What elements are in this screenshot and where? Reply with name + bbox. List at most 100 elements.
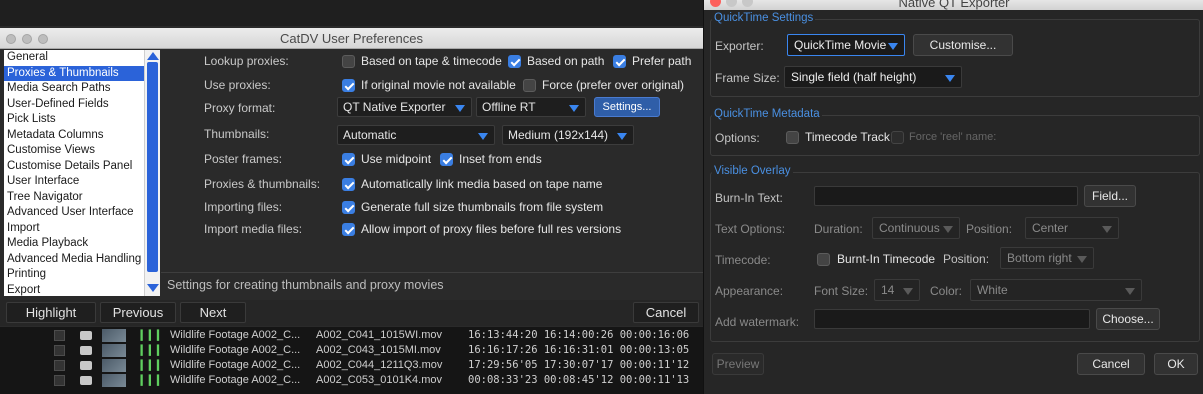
- sidebar-item-import[interactable]: Import: [4, 221, 160, 237]
- preferences-category-list[interactable]: General Proxies & Thumbnails Media Searc…: [4, 50, 160, 296]
- use-midpoint-checkbox[interactable]: [342, 153, 355, 166]
- window-title: Native QT Exporter: [898, 0, 1010, 10]
- full-size-thumbnails-text: Generate full size thumbnails from file …: [361, 200, 604, 214]
- sidebar-item-tree-navigator[interactable]: Tree Navigator: [4, 190, 160, 206]
- exporter-value: QuickTime Movie: [794, 38, 887, 52]
- burnt-in-timecode-checkbox[interactable]: [817, 253, 830, 266]
- clip-list-behind: ❙❙❙ Wildlife Footage A002_C... A002_C041…: [0, 327, 703, 394]
- previous-button[interactable]: Previous: [100, 302, 176, 323]
- auto-link-media-checkbox[interactable]: [342, 178, 355, 191]
- choose-button[interactable]: Choose...: [1096, 308, 1160, 330]
- qt-exporter-window: Native QT Exporter QuickTime Settings Ex…: [703, 0, 1203, 394]
- lookup-tape-timecode-checkbox[interactable]: [342, 55, 355, 68]
- row-checkbox[interactable]: [54, 330, 65, 341]
- clip-type-icon: [80, 346, 92, 355]
- sidebar-item-metadata-columns[interactable]: Metadata Columns: [4, 128, 160, 144]
- row-checkbox[interactable]: [54, 375, 65, 386]
- sidebar-item-user-defined-fields[interactable]: User-Defined Fields: [4, 97, 160, 113]
- sidebar-item-customise-views[interactable]: Customise Views: [4, 143, 160, 159]
- watermark-path-input[interactable]: [814, 309, 1090, 329]
- clip-file: A002_C043_1015MI.mov: [316, 344, 441, 356]
- lookup-proxies-label: Lookup proxies:: [204, 54, 289, 68]
- table-row[interactable]: ❙❙❙ Wildlife Footage A002_C... A002_C041…: [0, 329, 703, 342]
- sidebar-scrollbar[interactable]: [144, 50, 160, 296]
- clip-timecodes: 16:16:17:26 16:16:31:01 00:00:13:05: [468, 344, 690, 356]
- sidebar-item-customise-details-panel[interactable]: Customise Details Panel: [4, 159, 160, 175]
- preferences-window: CatDV User Preferences General Proxies &…: [0, 0, 703, 394]
- chevron-down-icon: [888, 43, 898, 50]
- proxy-exporter-dropdown[interactable]: QT Native Exporter: [337, 97, 472, 117]
- cancel-button[interactable]: Cancel: [633, 302, 699, 323]
- proxy-settings-button[interactable]: Settings...: [594, 97, 660, 117]
- clip-name: Wildlife Footage A002_C...: [170, 344, 301, 356]
- clip-thumbnail: [102, 344, 126, 357]
- clip-thumbnail: [102, 359, 126, 372]
- force-proxy-checkbox[interactable]: [523, 79, 536, 92]
- cancel-button[interactable]: Cancel: [1077, 353, 1145, 375]
- thumbnails-mode-value: Automatic: [343, 128, 397, 142]
- scroll-thumb[interactable]: [147, 62, 158, 272]
- sidebar-item-advanced-user-interface[interactable]: Advanced User Interface: [4, 205, 160, 221]
- sidebar-item-general[interactable]: General: [4, 50, 160, 66]
- force-reel-checkbox[interactable]: [891, 131, 904, 144]
- customise-button[interactable]: Customise...: [913, 34, 1013, 56]
- exporter-dropdown[interactable]: QuickTime Movie: [787, 34, 905, 56]
- sidebar-item-advanced-media-handling[interactable]: Advanced Media Handling: [4, 252, 160, 268]
- prefer-path-text: Prefer path: [632, 54, 692, 68]
- next-button[interactable]: Next: [180, 302, 246, 323]
- clip-timecodes: 16:13:44:20 16:14:00:26 00:00:16:06: [468, 329, 690, 341]
- table-row[interactable]: ❙❙❙ Wildlife Footage A002_C... A002_C044…: [0, 359, 703, 372]
- color-value: White: [977, 283, 1008, 297]
- sidebar-item-proxies-thumbnails[interactable]: Proxies & Thumbnails: [4, 65, 160, 81]
- ok-button[interactable]: OK: [1154, 353, 1198, 375]
- sidebar-item-pick-lists[interactable]: Pick Lists: [4, 112, 160, 128]
- lookup-tape-timecode-text: Based on tape & timecode: [361, 54, 502, 68]
- thumbnails-mode-dropdown[interactable]: Automatic: [337, 125, 495, 145]
- table-row[interactable]: ❙❙❙ Wildlife Footage A002_C... A002_C043…: [0, 344, 703, 357]
- prefer-path-checkbox[interactable]: [613, 55, 626, 68]
- position-value: Center: [1032, 221, 1069, 235]
- font-size-dropdown[interactable]: 14: [874, 279, 920, 301]
- inset-from-ends-checkbox[interactable]: [440, 153, 453, 166]
- proxy-preset-dropdown[interactable]: Offline RT: [476, 97, 586, 117]
- row-checkbox[interactable]: [54, 345, 65, 356]
- color-dropdown[interactable]: White: [970, 279, 1142, 301]
- preview-button[interactable]: Preview: [712, 353, 764, 375]
- frame-size-dropdown[interactable]: Single field (half height): [784, 66, 962, 88]
- inset-from-ends-text: Inset from ends: [459, 152, 542, 166]
- timecode-track-checkbox[interactable]: [786, 131, 799, 144]
- highlight-button[interactable]: Highlight: [6, 302, 96, 323]
- duration-dropdown[interactable]: Continuous: [872, 217, 960, 239]
- sidebar-item-media-search-paths[interactable]: Media Search Paths: [4, 81, 160, 97]
- proxy-exporter-value: QT Native Exporter: [343, 100, 446, 114]
- import-media-files-label: Import media files:: [204, 222, 303, 236]
- sidebar-item-media-playback[interactable]: Media Playback: [4, 236, 160, 252]
- tc-position-dropdown[interactable]: Bottom right: [1000, 247, 1094, 269]
- proxy-preset-value: Offline RT: [482, 100, 536, 114]
- table-row[interactable]: ❙❙❙ Wildlife Footage A002_C... A002_C053…: [0, 374, 703, 387]
- sidebar-item-export[interactable]: Export: [4, 283, 160, 297]
- use-if-not-available-text: If original movie not available: [361, 78, 516, 92]
- sidebar-item-printing[interactable]: Printing: [4, 267, 160, 283]
- clip-name: Wildlife Footage A002_C...: [170, 329, 301, 341]
- chevron-down-icon: [455, 105, 465, 112]
- scroll-down-arrow-icon[interactable]: [147, 284, 159, 292]
- use-if-not-available-checkbox[interactable]: [342, 79, 355, 92]
- sidebar-item-user-interface[interactable]: User Interface: [4, 174, 160, 190]
- position-label: Position:: [966, 222, 1013, 236]
- thumbnails-size-dropdown[interactable]: Medium (192x144): [502, 125, 634, 145]
- full-size-thumbnails-checkbox[interactable]: [342, 201, 355, 214]
- position-dropdown[interactable]: Center: [1025, 217, 1119, 239]
- allow-proxy-import-checkbox[interactable]: [342, 223, 355, 236]
- duration-label: Duration:: [814, 222, 863, 236]
- scroll-up-arrow-icon[interactable]: [147, 52, 159, 60]
- field-button[interactable]: Field...: [1084, 185, 1136, 207]
- proxies-thumbnails-label: Proxies & thumbnails:: [204, 177, 321, 191]
- audio-tracks-icon: ❙❙❙: [137, 329, 163, 341]
- burn-in-text-input[interactable]: [814, 186, 1078, 206]
- row-checkbox[interactable]: [54, 360, 65, 371]
- audio-tracks-icon: ❙❙❙: [137, 359, 163, 371]
- chevron-down-icon: [1102, 226, 1112, 233]
- clip-timecodes: 17:29:56'05 17:30:07'17 00:00:11'12: [468, 359, 690, 371]
- lookup-path-checkbox[interactable]: [508, 55, 521, 68]
